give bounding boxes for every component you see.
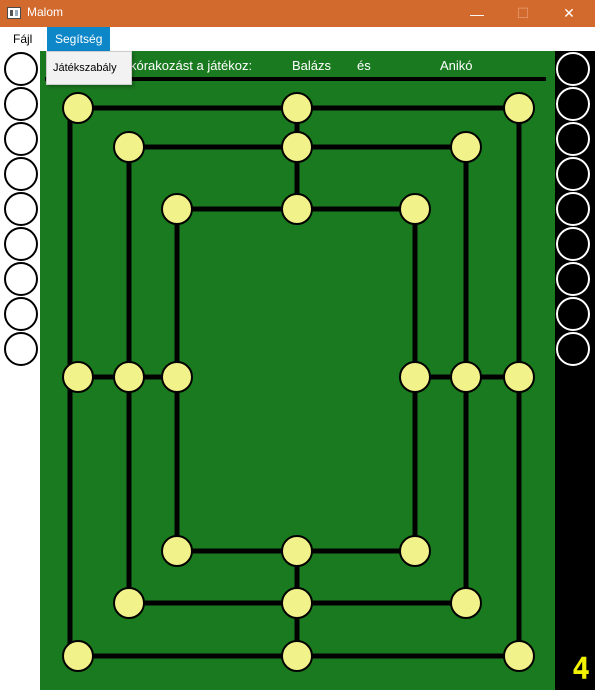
board-point-g1[interactable]	[503, 92, 535, 124]
white-reserve-piece-6[interactable]	[4, 227, 38, 261]
board-point-e3[interactable]	[399, 193, 431, 225]
board-point-g4[interactable]	[503, 361, 535, 393]
white-reserve-piece-9[interactable]	[4, 332, 38, 366]
white-reserve-piece-3[interactable]	[4, 122, 38, 156]
player1-name: Balázs	[292, 58, 332, 73]
black-reserve-piece-1[interactable]	[556, 52, 590, 86]
black-reserve-piece-3[interactable]	[556, 122, 590, 156]
board-point-b2[interactable]	[113, 131, 145, 163]
board-point-c5[interactable]	[161, 535, 193, 567]
board-point-f2[interactable]	[450, 131, 482, 163]
move-counter: 4	[572, 652, 591, 687]
board-point-d6[interactable]	[281, 587, 313, 619]
board-point-b4[interactable]	[113, 361, 145, 393]
white-reserve-piece-7[interactable]	[4, 262, 38, 296]
black-reserve-piece-9[interactable]	[556, 332, 590, 366]
white-reserve-pieces	[4, 52, 38, 366]
board-point-f6[interactable]	[450, 587, 482, 619]
board-point-d3[interactable]	[281, 193, 313, 225]
status-text: kórakozást a játékoz:	[130, 58, 253, 73]
board-point-d7[interactable]	[281, 640, 313, 672]
board-point-e4[interactable]	[399, 361, 431, 393]
help-dropdown: Játékszabály	[46, 51, 132, 85]
status-and: és	[357, 58, 371, 73]
board-point-f4[interactable]	[450, 361, 482, 393]
board-point-a4[interactable]	[62, 361, 94, 393]
black-reserve-piece-6[interactable]	[556, 227, 590, 261]
black-reserve-piece-8[interactable]	[556, 297, 590, 331]
board-point-a1[interactable]	[62, 92, 94, 124]
board-point-d1[interactable]	[281, 92, 313, 124]
white-reserve-piece-2[interactable]	[4, 87, 38, 121]
board-point-g7[interactable]	[503, 640, 535, 672]
black-reserve-piece-5[interactable]	[556, 192, 590, 226]
rules-menu-item[interactable]: Játékszabály	[53, 62, 117, 74]
board-point-c3[interactable]	[161, 193, 193, 225]
black-reserve-piece-4[interactable]	[556, 157, 590, 191]
board-point-c4[interactable]	[161, 361, 193, 393]
board-point-d2[interactable]	[281, 131, 313, 163]
board-point-b6[interactable]	[113, 587, 145, 619]
board-graphics	[4, 52, 590, 672]
board-point-a7[interactable]	[62, 640, 94, 672]
board-point-e5[interactable]	[399, 535, 431, 567]
app-window: Malom — ☐ ✕ Fájl Segítség kórakozást a j…	[0, 0, 595, 690]
white-reserve-piece-5[interactable]	[4, 192, 38, 226]
white-reserve-piece-4[interactable]	[4, 157, 38, 191]
black-reserve-piece-7[interactable]	[556, 262, 590, 296]
white-reserve-piece-8[interactable]	[4, 297, 38, 331]
black-reserve-piece-2[interactable]	[556, 87, 590, 121]
white-reserve-piece-1[interactable]	[4, 52, 38, 86]
black-reserve-pieces	[556, 52, 590, 366]
player2-name: Anikó	[440, 58, 473, 73]
board-point-d5[interactable]	[281, 535, 313, 567]
